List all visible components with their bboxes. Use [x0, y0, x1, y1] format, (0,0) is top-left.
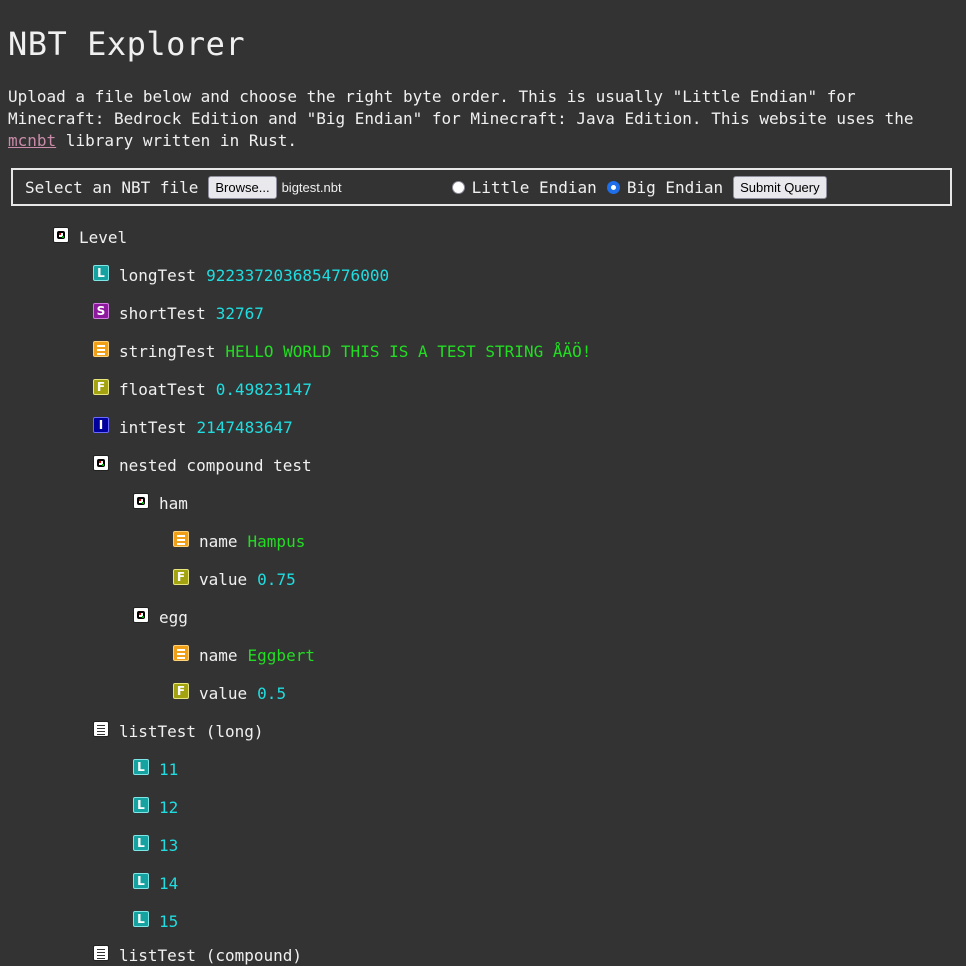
list-item[interactable]: L 12 [133, 797, 179, 818]
tag-key: name [199, 646, 238, 665]
tree-node-level[interactable]: Level [53, 227, 128, 248]
tag-value: 0.49823147 [215, 380, 313, 399]
compound-tag-icon [133, 493, 149, 509]
long-tag-icon: L [133, 873, 149, 889]
float-tag-icon: F [93, 379, 109, 395]
tag-value: 13 [159, 836, 179, 855]
tag-key: ham [159, 494, 188, 513]
tree-node-ham-value[interactable]: F value 0.75 [173, 569, 296, 590]
long-tag-icon: L [93, 265, 109, 281]
select-file-label: Select an NBT file [25, 177, 199, 197]
tag-key: listTest (compound) [119, 946, 303, 965]
list-tag-icon [93, 945, 109, 961]
long-tag-icon: L [133, 911, 149, 927]
long-tag-icon: L [133, 835, 149, 851]
float-tag-icon: F [173, 683, 189, 699]
page: NBT Explorer Upload a file below and cho… [0, 0, 966, 206]
int-tag-icon: I [93, 417, 109, 433]
tree-node-intTest[interactable]: I intTest 2147483647 [93, 417, 293, 438]
mcnbt-link[interactable]: mcnbt [8, 131, 56, 150]
tag-value: 2147483647 [196, 418, 293, 437]
big-endian-label[interactable]: Big Endian [627, 178, 723, 197]
tag-key: egg [159, 608, 188, 627]
tag-value: 11 [159, 760, 179, 779]
tree-node-shortTest[interactable]: S shortTest 32767 [93, 303, 264, 324]
list-item[interactable]: L 11 [133, 759, 179, 780]
tree-node-floatTest[interactable]: F floatTest 0.49823147 [93, 379, 313, 400]
tree-node-longTest[interactable]: L longTest 9223372036854776000 [93, 265, 390, 286]
page-title: NBT Explorer [8, 25, 246, 63]
tag-key: intTest [119, 418, 187, 437]
list-item[interactable]: L 13 [133, 835, 179, 856]
tag-key: Level [79, 228, 128, 247]
tag-key: nested compound test [119, 456, 312, 475]
tree-node-ham-name[interactable]: name Hampus [173, 531, 306, 552]
tree-node-nested-compound[interactable]: nested compound test [93, 455, 312, 476]
tag-value: 14 [159, 874, 179, 893]
compound-tag-icon [93, 455, 109, 471]
selected-file-name: bigtest.nbt [281, 179, 342, 195]
string-tag-icon [93, 341, 109, 357]
intro-suffix: library written in Rust. [56, 131, 297, 150]
list-item[interactable]: L 15 [133, 911, 179, 932]
tag-value: 15 [159, 912, 179, 931]
tag-key: stringTest [119, 342, 216, 361]
compound-tag-icon [53, 227, 69, 243]
tag-value: 0.75 [257, 570, 296, 589]
tree-node-listTest-long[interactable]: listTest (long) [93, 721, 264, 742]
long-tag-icon: L [133, 759, 149, 775]
big-endian-radio[interactable] [606, 180, 620, 194]
upload-form: Select an NBT file Browse... bigtest.nbt… [11, 168, 952, 206]
string-tag-icon [173, 531, 189, 547]
tree-node-listTest-compound[interactable]: listTest (compound) [93, 945, 303, 966]
string-tag-icon [173, 645, 189, 661]
tag-value: Eggbert [247, 646, 315, 665]
tag-value: HELLO WORLD THIS IS A TEST STRING ÅÄÖ! [225, 342, 592, 361]
compound-tag-icon [133, 607, 149, 623]
short-tag-icon: S [93, 303, 109, 319]
submit-query-button[interactable]: Submit Query [733, 175, 827, 199]
list-tag-icon [93, 721, 109, 737]
tag-value: Hampus [247, 532, 306, 551]
intro-text: Upload a file below and choose the right… [8, 87, 914, 128]
tag-key: name [199, 532, 238, 551]
tree-node-egg[interactable]: egg [133, 607, 188, 628]
little-endian-radio[interactable] [451, 180, 465, 194]
tag-value: 0.5 [257, 684, 287, 703]
tag-key: listTest (long) [119, 722, 264, 741]
tag-key: value [199, 570, 248, 589]
tag-key: shortTest [119, 304, 206, 323]
tree-node-stringTest[interactable]: stringTest HELLO WORLD THIS IS A TEST ST… [93, 341, 592, 362]
tag-key: longTest [119, 266, 197, 285]
tag-value: 9223372036854776000 [206, 266, 390, 285]
tree-node-ham[interactable]: ham [133, 493, 188, 514]
list-item[interactable]: L 14 [133, 873, 179, 894]
tag-key: value [199, 684, 248, 703]
tree-node-egg-value[interactable]: F value 0.5 [173, 683, 287, 704]
tree-node-egg-name[interactable]: name Eggbert [173, 645, 315, 666]
tag-value: 12 [159, 798, 179, 817]
tag-key: floatTest [119, 380, 206, 399]
tag-value: 32767 [215, 304, 264, 323]
intro-paragraph: Upload a file below and choose the right… [8, 86, 958, 152]
browse-button[interactable]: Browse... [208, 175, 277, 199]
float-tag-icon: F [173, 569, 189, 585]
long-tag-icon: L [133, 797, 149, 813]
little-endian-label[interactable]: Little Endian [472, 178, 597, 197]
